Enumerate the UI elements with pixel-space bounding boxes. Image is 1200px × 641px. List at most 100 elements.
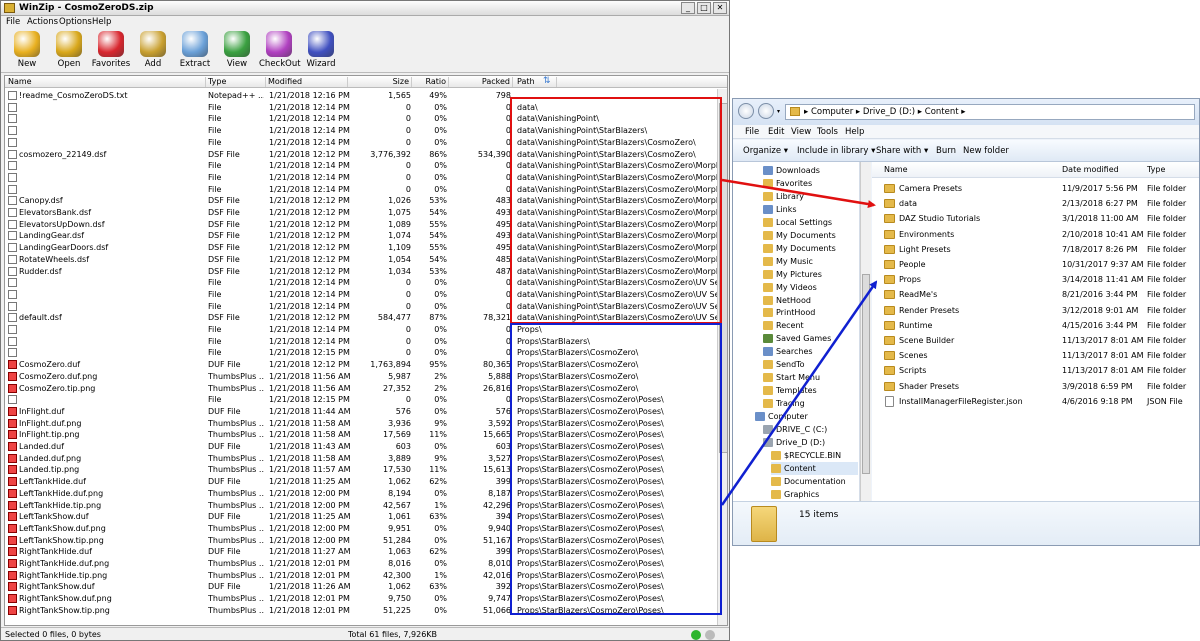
maximize-button[interactable]: □ <box>697 2 711 14</box>
col-path-header[interactable]: Path <box>517 77 557 87</box>
burn-button[interactable]: Burn <box>936 146 956 156</box>
table-row[interactable]: Landed.duf DUF File 1/21/2018 11:43 AM 603 0… <box>5 441 717 453</box>
nav-item[interactable]: Library <box>763 190 858 203</box>
toolbar-view-button[interactable]: View <box>217 31 257 71</box>
table-row[interactable]: Rudder.dsf DSF File 1/21/2018 12:12 PM 1,03… <box>5 266 717 278</box>
nav-item[interactable]: Recent <box>763 319 858 332</box>
menu-help[interactable]: Help <box>92 17 111 27</box>
include-in-library-button[interactable]: Include in library ▾ <box>797 146 875 156</box>
table-row[interactable]: File 1/21/2018 12:14 PM 0 0% 0 data\Vanishing… <box>5 113 717 125</box>
file-row[interactable]: data 2/13/2018 6:27 PM File folder <box>872 196 1199 211</box>
table-row[interactable]: InFlight.duf DUF File 1/21/2018 11:44 AM 57… <box>5 406 717 418</box>
table-row[interactable]: RightTankHide.tip.png ThumbsPlus ... 1/21/… <box>5 570 717 582</box>
table-row[interactable]: Landed.tip.png ThumbsPlus ... 1/21/2018 11… <box>5 464 717 476</box>
col-packed-header[interactable]: Packed <box>450 77 513 87</box>
table-row[interactable]: File 1/21/2018 12:14 PM 0 0% 0 data\ <box>5 102 717 114</box>
ex-menu-file[interactable]: File <box>745 127 759 137</box>
menu-options[interactable]: Options <box>59 17 92 27</box>
table-row[interactable]: File 1/21/2018 12:14 PM 0 0% 0 data\Vanishing… <box>5 160 717 172</box>
nav-item[interactable]: My Documents <box>763 229 858 242</box>
table-row[interactable]: InFlight.duf.png ThumbsPlus ... 1/21/2018 … <box>5 418 717 430</box>
close-button[interactable]: ✕ <box>713 2 727 14</box>
nav-item[interactable]: Saved Games <box>763 332 858 345</box>
ex-menu-tools[interactable]: Tools <box>817 127 838 137</box>
table-row[interactable]: File 1/21/2018 12:14 PM 0 0% 0 data\Vanishing… <box>5 125 717 137</box>
table-row[interactable]: RightTankShow.duf.png ThumbsPlus ... 1/21/… <box>5 593 717 605</box>
table-row[interactable]: LeftTankShow.duf DUF File 1/21/2018 11:25 … <box>5 511 717 523</box>
table-row[interactable]: LeftTankShow.duf.png ThumbsPlus ... 1/21/2… <box>5 523 717 535</box>
ex-menu-help[interactable]: Help <box>845 127 864 137</box>
table-row[interactable]: Canopy.dsf DSF File 1/21/2018 12:12 PM 1,02… <box>5 195 717 207</box>
toolbar-wizard-button[interactable]: Wizard <box>301 31 341 71</box>
table-row[interactable]: CosmoZero.duf DUF File 1/21/2018 12:12 PM 1… <box>5 359 717 371</box>
col-type-header[interactable]: Type <box>208 77 266 87</box>
ex-menu-edit[interactable]: Edit <box>768 127 784 137</box>
table-row[interactable]: ElevatorsBank.dsf DSF File 1/21/2018 12:12… <box>5 207 717 219</box>
toolbar-open-button[interactable]: Open <box>49 31 89 71</box>
table-row[interactable]: !readme_CosmoZeroDS.txt Notepad++ ... 1/21… <box>5 90 717 102</box>
table-row[interactable]: RightTankHide.duf DUF File 1/21/2018 11:27… <box>5 546 717 558</box>
toolbar-checkout-button[interactable]: CheckOut <box>259 31 301 71</box>
ex-menu-view[interactable]: View <box>791 127 811 137</box>
minimize-button[interactable]: _ <box>681 2 695 14</box>
table-row[interactable]: LeftTankHide.duf DUF File 1/21/2018 11:25 … <box>5 476 717 488</box>
table-row[interactable]: InFlight.tip.png ThumbsPlus ... 1/21/2018 … <box>5 429 717 441</box>
forward-button[interactable] <box>758 103 774 119</box>
col-date-header[interactable]: Date modified <box>1062 165 1119 174</box>
toolbar-extract-button[interactable]: Extract <box>175 31 215 71</box>
winzip-vertical-scrollbar[interactable] <box>717 89 727 625</box>
table-row[interactable]: RotateWheels.dsf DSF File 1/21/2018 12:12 … <box>5 254 717 266</box>
nav-item[interactable]: Tracing <box>763 397 858 410</box>
table-row[interactable]: RightTankShow.tip.png ThumbsPlus ... 1/21/… <box>5 605 717 617</box>
nav-item[interactable]: Favorites <box>763 177 858 190</box>
address-input[interactable]: ▸ Computer ▸ Drive_D (D:) ▸ Content ▸ <box>785 104 1195 120</box>
toolbar-add-button[interactable]: Add <box>133 31 173 71</box>
nav-item[interactable]: $RECYCLE.BIN <box>771 449 858 462</box>
navigation-scrollbar-thumb[interactable] <box>862 274 870 474</box>
file-row[interactable]: Props 3/14/2018 11:41 AM File folder <box>872 272 1199 287</box>
history-chevron-icon[interactable]: ▾ <box>777 108 780 115</box>
file-row[interactable]: DAZ Studio Tutorials 3/1/2018 11:00 AM Fil… <box>872 211 1199 226</box>
file-row[interactable]: People 10/31/2017 9:37 AM File folder <box>872 257 1199 272</box>
menu-actions[interactable]: Actions <box>27 17 58 27</box>
file-row[interactable]: ReadMe's 8/21/2016 3:44 PM File folder <box>872 287 1199 302</box>
nav-item[interactable]: Downloads <box>763 164 858 177</box>
nav-item[interactable]: Links <box>763 203 858 216</box>
table-row[interactable]: CosmoZero.tip.png ThumbsPlus ... 1/21/2018… <box>5 383 717 395</box>
table-row[interactable]: LandingGearDoors.dsf DSF File 1/21/2018 12… <box>5 242 717 254</box>
col-ratio-header[interactable]: Ratio <box>413 77 449 87</box>
file-row[interactable]: Runtime 4/15/2016 3:44 PM File folder <box>872 318 1199 333</box>
back-button[interactable] <box>738 103 754 119</box>
file-row[interactable]: Render Presets 3/12/2018 9:01 AM File fold… <box>872 303 1199 318</box>
file-row[interactable]: InstallManagerFileRegister.json 4/6/2016 … <box>872 394 1199 409</box>
file-row[interactable]: Shader Presets 3/9/2018 6:59 PM File folde… <box>872 379 1199 394</box>
nav-item[interactable]: Templates <box>763 384 858 397</box>
nav-item[interactable]: My Pictures <box>763 268 858 281</box>
nav-item[interactable]: My Documents <box>763 242 858 255</box>
organize-button[interactable]: Organize ▾ <box>743 146 788 156</box>
col-type-header[interactable]: Type <box>1147 165 1165 174</box>
table-row[interactable]: RightTankHide.duf.png ThumbsPlus ... 1/21/… <box>5 558 717 570</box>
table-row[interactable]: LeftTankShow.tip.png ThumbsPlus ... 1/21/2… <box>5 535 717 547</box>
file-row[interactable]: Environments 2/10/2018 10:41 AM File folde… <box>872 227 1199 242</box>
share-with-button[interactable]: Share with ▾ <box>876 146 928 156</box>
file-row[interactable]: Scenes 11/13/2017 8:01 AM File folder <box>872 348 1199 363</box>
table-row[interactable]: ElevatorsUpDown.dsf DSF File 1/21/2018 12:… <box>5 219 717 231</box>
table-row[interactable]: Landed.duf.png ThumbsPlus ... 1/21/2018 11… <box>5 453 717 465</box>
scrollbar-thumb[interactable] <box>719 103 727 453</box>
navigation-scrollbar[interactable] <box>860 162 871 501</box>
nav-item[interactable]: Local Settings <box>763 216 858 229</box>
menu-file[interactable]: File <box>6 17 20 27</box>
table-row[interactable]: LandingGear.dsf DSF File 1/21/2018 12:12 P… <box>5 230 717 242</box>
nav-item[interactable]: SendTo <box>763 358 858 371</box>
table-row[interactable]: File 1/21/2018 12:14 PM 0 0% 0 data\Vanishing… <box>5 289 717 301</box>
table-row[interactable]: LeftTankHide.tip.png ThumbsPlus ... 1/21/2… <box>5 500 717 512</box>
file-row[interactable]: Light Presets 7/18/2017 8:26 PM File folde… <box>872 242 1199 257</box>
file-row[interactable]: Camera Presets 11/9/2017 5:56 PM File fold… <box>872 181 1199 196</box>
table-row[interactable]: File 1/21/2018 12:15 PM 0 0% 0 Props\StarBlaz… <box>5 347 717 359</box>
nav-item[interactable]: PrintHood <box>763 306 858 319</box>
table-row[interactable]: File 1/21/2018 12:15 PM 0 0% 0 Props\StarBlaz… <box>5 394 717 406</box>
file-row[interactable]: Scene Builder 11/13/2017 8:01 AM File fold… <box>872 333 1199 348</box>
nav-item[interactable]: My Music <box>763 255 858 268</box>
table-row[interactable]: File 1/21/2018 12:14 PM 0 0% 0 data\Vanishing… <box>5 137 717 149</box>
